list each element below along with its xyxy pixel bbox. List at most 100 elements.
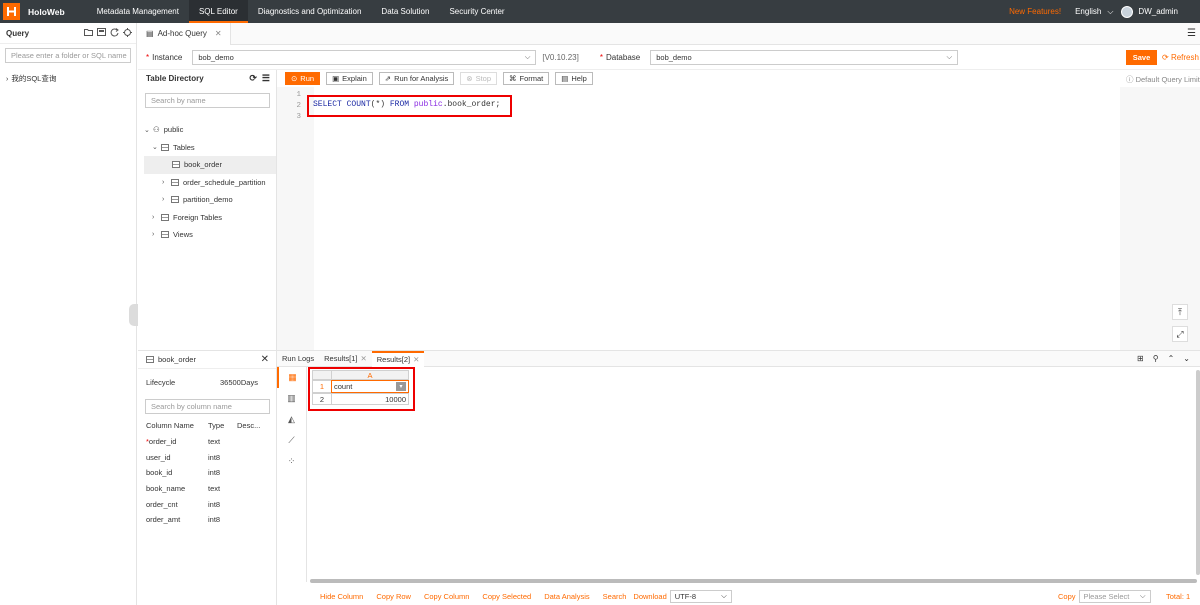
column-search-input[interactable]: Search by column name: [145, 399, 270, 414]
chevron-right-icon[interactable]: ›: [6, 76, 8, 83]
sql-folder-tree-item[interactable]: › 我的SQL查询: [0, 73, 136, 84]
stop-button[interactable]: ⊗ Stop: [460, 72, 497, 85]
refresh-button[interactable]: ⟳ Refresh: [1162, 53, 1199, 62]
instance-bar: * Instance bob_demo ⌵ [V0.10.23] * Databa…: [138, 46, 1200, 70]
tab-results-2[interactable]: Results[2] ✕: [371, 350, 425, 367]
table-search-input[interactable]: Search by name: [145, 93, 270, 108]
lifecycle-label: Lifecycle: [146, 377, 176, 387]
line-chart-icon[interactable]: ⟋: [277, 430, 306, 451]
avatar[interactable]: [1121, 5, 1134, 18]
horizontal-scrollbar[interactable]: [310, 579, 1197, 583]
folder-icon[interactable]: [84, 28, 93, 39]
chevron-right-icon: ›: [152, 231, 155, 239]
schema-icon: ⚇: [153, 125, 160, 135]
copy-row-button[interactable]: Copy Row: [376, 592, 411, 601]
nav-data-solution[interactable]: Data Solution: [371, 0, 439, 23]
column-row[interactable]: order_amt int8: [138, 512, 276, 528]
export-icon[interactable]: ⊞: [1137, 354, 1144, 363]
column-row[interactable]: order_cnt int8: [138, 496, 276, 512]
language-selector[interactable]: English: [1075, 7, 1101, 16]
chevron-right-icon: ›: [162, 196, 165, 204]
area-chart-icon[interactable]: ◭: [277, 409, 306, 430]
default-query-limit[interactable]: ⓘ Default Query Limit: [1126, 74, 1200, 85]
column-row[interactable]: *order_id text: [138, 434, 276, 450]
scatter-icon[interactable]: ⁘: [277, 451, 306, 472]
data-analysis-button[interactable]: Data Analysis: [544, 592, 589, 601]
fullscreen-icon[interactable]: ⤢: [1172, 326, 1188, 342]
maximize-icon[interactable]: ⌃: [1168, 354, 1175, 363]
nav-diagnostics[interactable]: Diagnostics and Optimization: [248, 0, 372, 23]
results-tab-bar: Run Logs Results[1] ✕ Results[2] ✕ ⊞ ⚲ ⌃ ⌄: [277, 350, 1200, 367]
nav-security-center[interactable]: Security Center: [439, 0, 514, 23]
username[interactable]: DW_admin: [1138, 7, 1178, 16]
result-grid: A 1 count ▾ 2 10000: [308, 367, 1197, 577]
bar-chart-icon[interactable]: ▥: [277, 388, 306, 409]
chevron-right-icon: ›: [152, 213, 155, 221]
copy-selected-button[interactable]: Copy Selected: [482, 592, 531, 601]
list-settings-icon[interactable]: ☰: [262, 73, 270, 84]
database-select[interactable]: bob_demo ⌵: [650, 50, 959, 65]
search-button[interactable]: Search: [603, 592, 627, 601]
new-features-link[interactable]: New Features!: [1009, 7, 1061, 16]
download-button[interactable]: Download: [633, 592, 666, 601]
views-node[interactable]: › Views: [144, 226, 276, 244]
tab-ad-hoc-query[interactable]: ▤ Ad-hoc Query ✕: [138, 22, 231, 45]
run-for-analysis-button[interactable]: ⇗ Run for Analysis: [378, 72, 455, 85]
refresh-icon[interactable]: [110, 27, 119, 39]
table-icon: [171, 196, 179, 204]
locate-icon[interactable]: [123, 27, 132, 39]
explain-button[interactable]: ▣ Explain: [326, 72, 373, 85]
scroll-top-icon[interactable]: ⤒: [1172, 304, 1188, 320]
nav-metadata-management[interactable]: Metadata Management: [87, 0, 189, 23]
table-icon: [172, 161, 180, 169]
close-icon: ✕: [360, 354, 367, 363]
copy-column-button[interactable]: Copy Column: [424, 592, 469, 601]
line-gutter: 1 2 3: [277, 87, 314, 350]
schema-node-public[interactable]: ⌄ ⚇ public: [144, 121, 276, 139]
minimize-icon[interactable]: ⌄: [1183, 354, 1190, 363]
format-button[interactable]: ⌘ Format: [503, 72, 550, 85]
line-number: 1: [296, 91, 301, 99]
table-node-partition-demo[interactable]: › partition_demo: [144, 191, 276, 209]
grid-icon[interactable]: ▦: [277, 367, 306, 388]
column-row[interactable]: book_id int8: [138, 465, 276, 481]
explain-icon: ▣: [332, 74, 340, 83]
highlight-box: [307, 95, 512, 117]
instance-select[interactable]: bob_demo ⌵: [192, 50, 537, 65]
column-row[interactable]: book_name text: [138, 481, 276, 497]
close-icon[interactable]: ✕: [261, 354, 276, 365]
table-directory-title: Table Directory: [146, 74, 204, 83]
close-icon[interactable]: ✕: [215, 29, 222, 38]
chevron-down-icon[interactable]: ⌵: [1107, 7, 1113, 17]
copy-format-select[interactable]: Please Select ⌵: [1078, 590, 1151, 603]
table-icon: [171, 178, 179, 186]
tab-results-1[interactable]: Results[1] ✕: [319, 351, 372, 367]
table-node-order-schedule-partition[interactable]: › order_schedule_partition: [144, 174, 276, 192]
tab-run-logs[interactable]: Run Logs: [277, 351, 319, 367]
chevron-down-icon: ⌵: [721, 590, 727, 600]
save-button[interactable]: Save: [1126, 50, 1157, 65]
tables-node[interactable]: ⌄ Tables: [144, 139, 276, 157]
menu-icon[interactable]: ☰: [1187, 28, 1196, 39]
table-node-book-order[interactable]: book_order: [144, 156, 276, 174]
editor-toolbar: ⊙ Run ▣ Explain ⇗ Run for Analysis ⊗ Stop ⌘ F…: [277, 70, 1200, 87]
column-row[interactable]: user_id int8: [138, 449, 276, 465]
column-panel-title: book_order: [158, 355, 196, 364]
nav-sql-editor[interactable]: SQL Editor: [188, 0, 248, 23]
vertical-scrollbar[interactable]: [1196, 370, 1200, 575]
editor-tab-bar: ▤ Ad-hoc Query ✕ ☰: [138, 22, 1200, 45]
refresh-icon[interactable]: ⟳: [249, 73, 257, 84]
hide-column-button[interactable]: Hide Column: [320, 592, 363, 601]
folder-search-input[interactable]: Please enter a folder or SQL name: [5, 48, 131, 63]
save-query-icon[interactable]: [97, 27, 106, 39]
database-label: Database: [605, 53, 641, 62]
foreign-tables-node[interactable]: › Foreign Tables: [144, 209, 276, 227]
run-button[interactable]: ⊙ Run: [285, 72, 321, 85]
sql-editor[interactable]: 1 2 3 SELECT COUNT(*) FROM public.book_o…: [277, 87, 1200, 350]
pin-icon[interactable]: ⚲: [1153, 354, 1159, 363]
help-button[interactable]: ▤ Help: [555, 72, 593, 85]
encoding-select[interactable]: UTF-8 ⌵: [669, 589, 732, 603]
chevron-down-icon: ⌄: [152, 144, 158, 152]
query-panel: Query Please enter a folder or SQL name …: [0, 23, 137, 605]
chevron-down-icon: ⌄: [144, 126, 150, 134]
